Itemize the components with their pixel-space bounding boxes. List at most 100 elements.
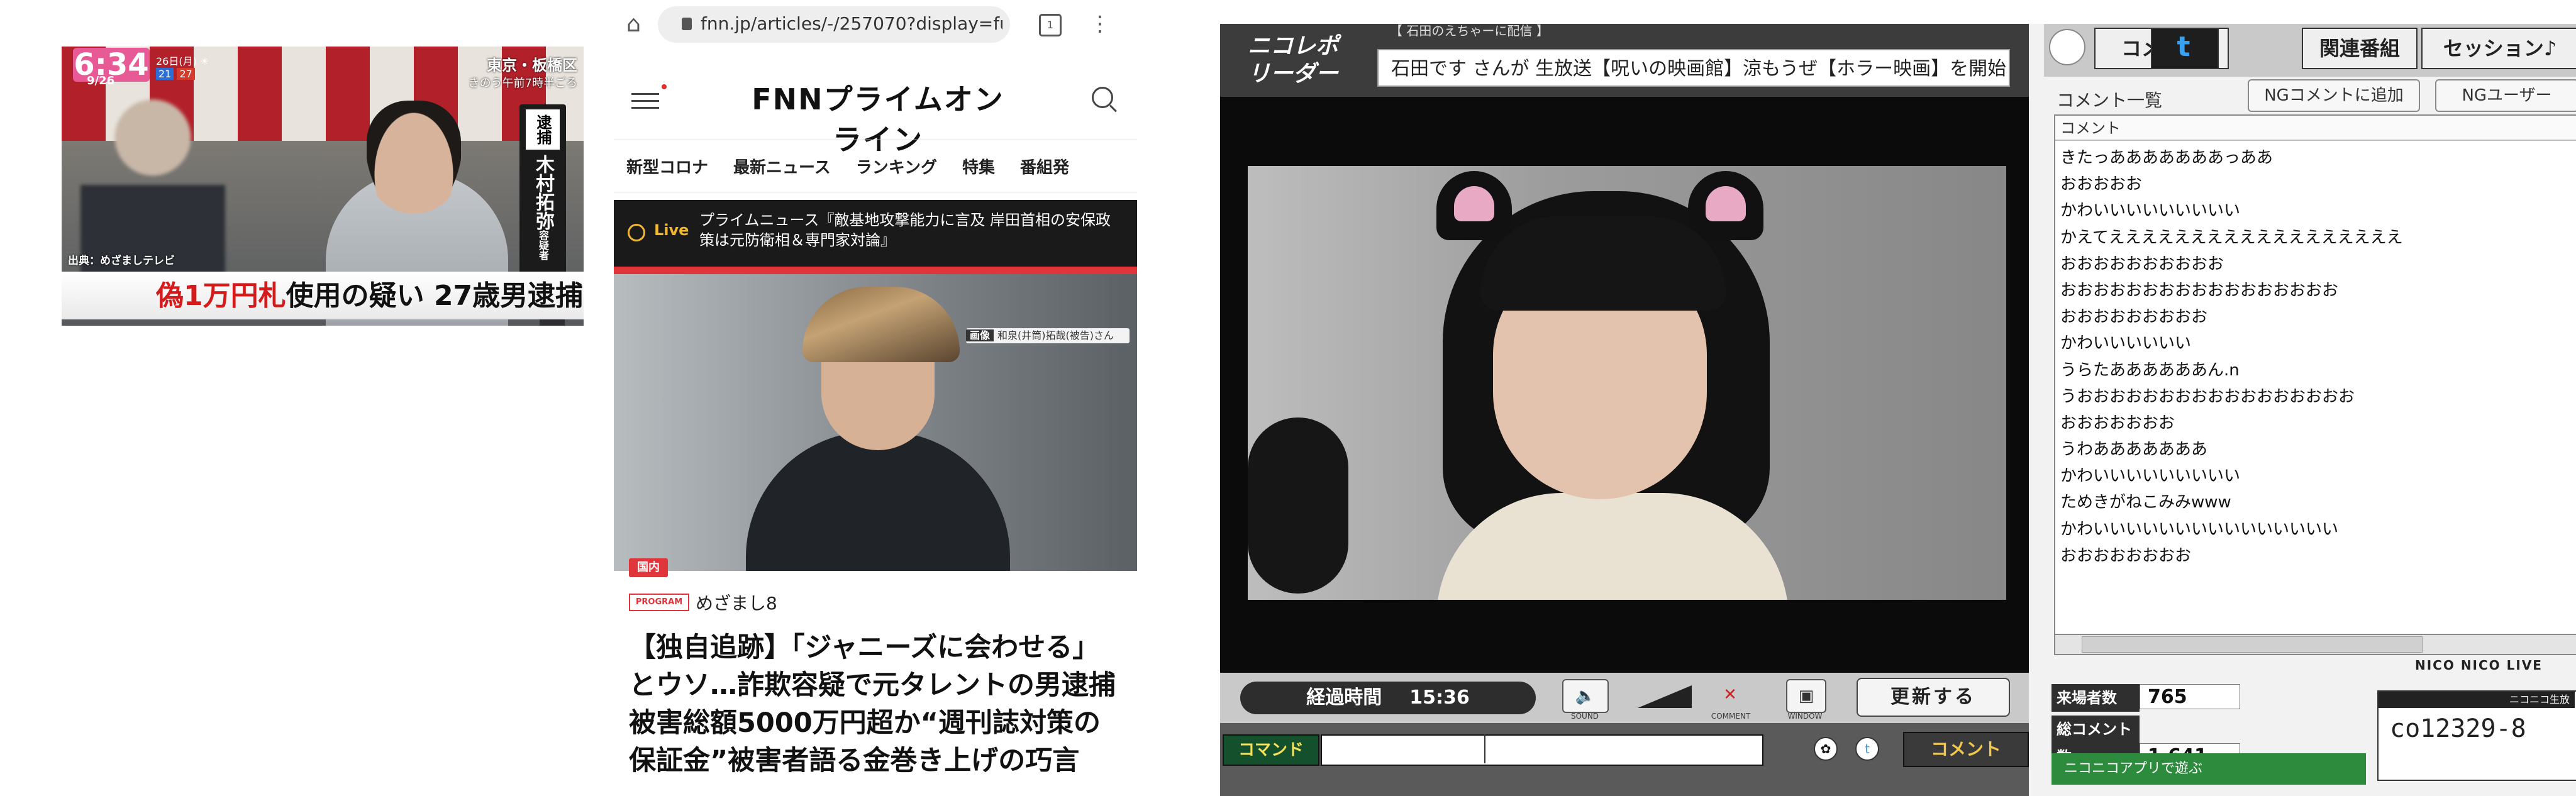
tab-radio[interactable]: [2049, 29, 2085, 65]
photo-person-cap: [802, 287, 960, 362]
ticker-text[interactable]: 石田です さんが 生放送【呪いの映画館】涼もうぜ【ホラー映画】を開始: [1377, 49, 2010, 87]
caption-black: 使用の疑い 27歳男逮捕: [286, 280, 584, 312]
list-item[interactable]: きたっあああああああっああ: [2057, 145, 2576, 171]
list-item[interactable]: うわあああああああ: [2057, 436, 2576, 463]
fnn-logo[interactable]: FNNプライムオンライン: [740, 79, 1016, 157]
nav-item-latest[interactable]: 最新ニュース: [721, 155, 843, 178]
nav-item-covid[interactable]: 新型コロナ: [614, 155, 721, 178]
tabs-icon[interactable]: 1: [1039, 14, 1062, 36]
channel-title: ニコニコ生放: [2379, 692, 2575, 708]
photo-credit-label: 画像: [966, 329, 994, 341]
streamer-bangs: [1480, 216, 1726, 311]
home-icon[interactable]: ⌂: [626, 13, 650, 36]
tab-related[interactable]: 関連番組: [2302, 28, 2418, 69]
program-name[interactable]: めざまし8: [696, 590, 777, 615]
list-item[interactable]: かわいいいいいいいいい: [2057, 197, 2576, 224]
comment-list-title: コメント一覧: [2057, 90, 2163, 111]
more-icon[interactable]: ⋮: [1089, 11, 1111, 36]
command-button[interactable]: コマンド: [1223, 734, 1319, 766]
nicorepo-logo: ニコレポ リーダー: [1248, 33, 1374, 89]
twitter-icon: t: [2177, 31, 2190, 63]
suspect-head: [367, 101, 461, 214]
ng-comment-button[interactable]: NGコメントに追加: [2248, 79, 2420, 112]
visitors-label: 来場者数: [2051, 684, 2140, 712]
tv-location: 東京・板橋区: [487, 57, 577, 74]
elapsed-value: 15:36: [1409, 687, 1470, 709]
live-text[interactable]: プライムニュース『敵基地攻撃能力に言及 岸田首相の安保政策は元防衛相＆専門家対論…: [699, 210, 1114, 250]
tv-location-time: きのう午前7時半ごろ: [468, 77, 577, 90]
notification-dot: [662, 84, 667, 89]
app-bar[interactable]: ニコニコアプリで遊ぶ: [2051, 753, 2366, 785]
send-comment-button[interactable]: コメント: [1903, 732, 2029, 767]
search-icon[interactable]: [1092, 87, 1113, 108]
input-divider: [1484, 734, 1485, 763]
live-divider: [614, 267, 1137, 274]
tv-source: 出典：めざましテレビ: [68, 255, 175, 267]
sun-icon: ☀: [199, 55, 209, 67]
list-item[interactable]: かわいいいいいい: [2057, 330, 2576, 357]
list-item[interactable]: おおおおおおお: [2057, 410, 2576, 436]
article-photo: 画像 和泉(井筒)拓哉(被告)さん: [614, 274, 1137, 571]
channel-id[interactable]: co12329-8: [2390, 714, 2576, 743]
speaker-icon: 🔈: [1575, 687, 1596, 705]
list-item[interactable]: かわいいいいいいいいい: [2057, 463, 2576, 489]
volume-slider[interactable]: [1638, 685, 1692, 708]
photo-person-body: [746, 431, 1010, 571]
menu-icon[interactable]: [631, 88, 659, 109]
list-item[interactable]: おおおおおおおおおお: [2057, 251, 2576, 277]
window-caption: WINDOW: [1787, 712, 1823, 721]
nav-item-ranking[interactable]: ランキング: [843, 155, 950, 178]
sound-caption: SOUND: [1570, 712, 1599, 721]
comment-off-button[interactable]: ✕: [1708, 679, 1752, 710]
settings-toggle-icon[interactable]: ✿: [1814, 737, 1838, 761]
nav-item-program[interactable]: 番組発: [1008, 155, 1082, 178]
caption-red: 偽1万円札: [156, 280, 286, 312]
list-item[interactable]: おおおおお: [2057, 171, 2576, 197]
nico-brand: NICO NICO LIVE: [2415, 658, 2543, 673]
article-headline: 【独自追跡】「ジャニーズに会わせる」とウソ…詐欺容疑で元タレントの男逮捕 被害総…: [629, 632, 1116, 777]
visitors-value: 765: [2140, 684, 2240, 709]
category-nav: 新型コロナ 最新ニュース ランキング 特集 番組発: [614, 140, 1137, 192]
photo-credit-text: 和泉(井筒)拓哉(被告)さん: [997, 329, 1114, 341]
nav-item-feature[interactable]: 特集: [950, 155, 1008, 178]
suspect-role: 容疑者: [537, 230, 549, 260]
fnn-mobile-page: ⌂ fnn.jp/articles/-/257070?display=full …: [614, 0, 1137, 796]
logo-line1: ニコレポ: [1248, 33, 1339, 59]
live-label: Live: [654, 221, 689, 239]
list-item[interactable]: うらたああああああん.n: [2057, 357, 2576, 384]
ng-user-button[interactable]: NGユーザー: [2435, 79, 2576, 112]
nico-player-window: ニコレポ リーダー 【 石田のえちゃーに配信 】 石田です さんが 生放送【呪い…: [1220, 24, 2576, 796]
live-icon: [628, 224, 645, 241]
list-item[interactable]: うおおおおおおおおおおおおおおおおお: [2057, 384, 2576, 410]
category-badge[interactable]: 国内: [629, 558, 668, 577]
comment-column-header[interactable]: コメント: [2055, 116, 2576, 141]
twitter-toggle-icon[interactable]: t: [1855, 737, 1879, 761]
list-item[interactable]: おおおおおおおお: [2057, 543, 2576, 569]
elapsed-time: 経過時間 15:36: [1240, 682, 1536, 714]
visitors-stat: 来場者数 765: [2051, 684, 2240, 712]
sound-button[interactable]: 🔈: [1562, 679, 1609, 713]
list-item[interactable]: ためきがねこみみwww: [2057, 489, 2576, 516]
scrollbar-thumb[interactable]: [2082, 636, 2423, 653]
window-button[interactable]: ▣: [1786, 679, 1826, 713]
refresh-button[interactable]: 更新する: [1857, 678, 2010, 717]
ticker-header: 【 石田のえちゃーに配信 】: [1390, 24, 1549, 38]
suspect-name: 木村拓弥容疑者: [526, 155, 560, 260]
url-text[interactable]: fnn.jp/articles/-/257070?display=full: [701, 13, 1002, 35]
microphone: [1248, 417, 1348, 594]
weather-high: 27: [177, 68, 195, 80]
program-badge: PROGRAM: [629, 594, 689, 611]
window-icon: ▣: [1798, 687, 1814, 705]
tab-session[interactable]: セッション♪: [2421, 28, 2576, 69]
caption-text: 偽1万円札使用の疑い 27歳男逮捕: [156, 274, 584, 318]
list-item[interactable]: おおおおおおおおおおおおおおおおお: [2057, 277, 2576, 304]
comment-input[interactable]: [1321, 734, 1763, 766]
tv-date: 9/26: [87, 74, 115, 87]
cat-ear-left: [1436, 171, 1512, 240]
list-item[interactable]: おおおおおおおおお: [2057, 304, 2576, 330]
lock-icon: [682, 18, 692, 30]
suspect-name-text: 木村拓弥: [532, 155, 554, 230]
list-item[interactable]: かわいいいいいいいいいいいいいいい: [2057, 516, 2576, 543]
arrest-tag: 逮捕: [526, 109, 560, 150]
list-item[interactable]: かえてええええええええええええええええええ: [2057, 224, 2576, 251]
